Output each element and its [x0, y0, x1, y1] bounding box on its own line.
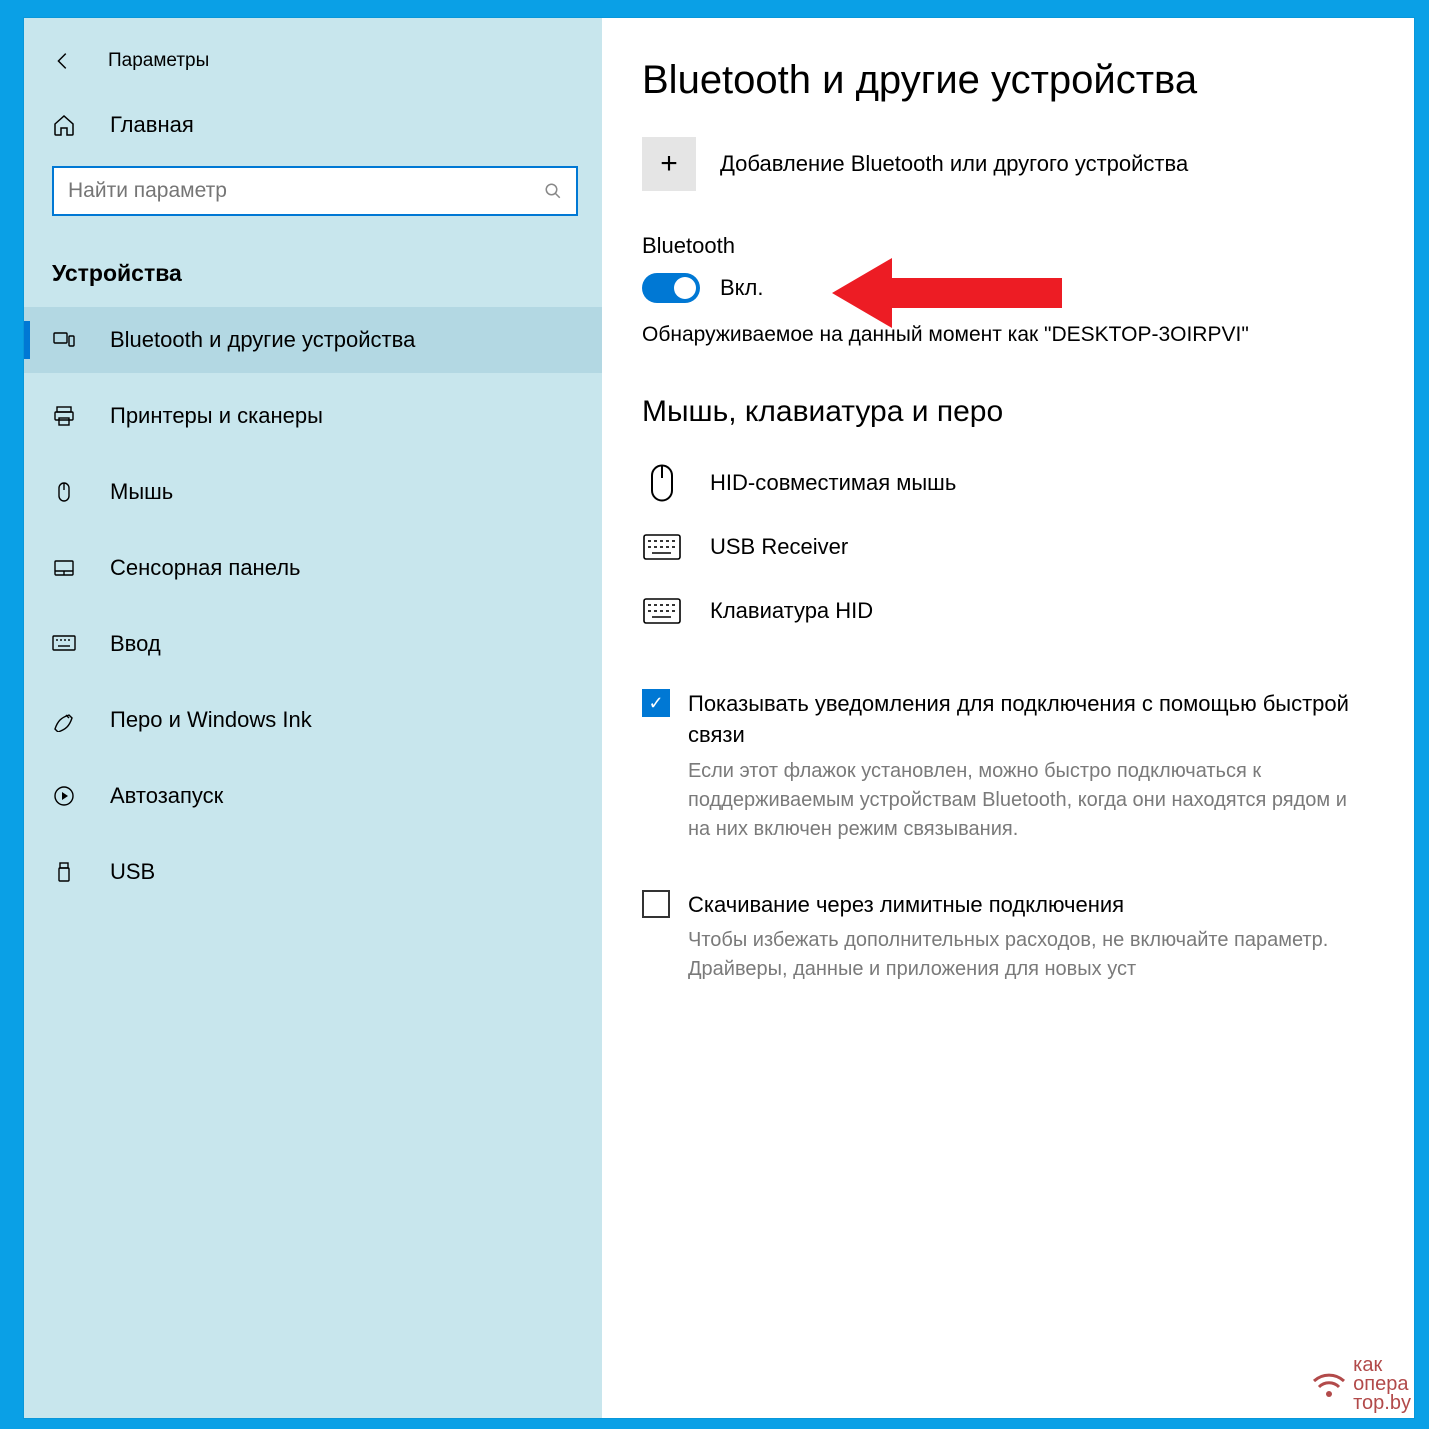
- annotation-arrow: [832, 253, 1062, 333]
- printer-icon: [52, 404, 80, 428]
- settings-window: Параметры Главная Устройства Bluetooth и…: [24, 18, 1414, 1418]
- mouse-device-icon: [642, 463, 682, 503]
- page-title: Bluetooth и другие устройства: [642, 58, 1364, 103]
- swift-pair-desc: Если этот флажок установлен, можно быстр…: [688, 757, 1364, 844]
- sidebar-item-label: Принтеры и сканеры: [110, 403, 323, 429]
- mouse-icon: [52, 480, 80, 504]
- titlebar: Параметры: [24, 38, 602, 94]
- sidebar-item-typing[interactable]: Ввод: [24, 611, 602, 677]
- autoplay-icon: [52, 784, 80, 808]
- sidebar-item-usb[interactable]: USB: [24, 839, 602, 905]
- sidebar-item-label: Мышь: [110, 479, 173, 505]
- metered-label: Скачивание через лимитные подключения: [688, 890, 1124, 921]
- devices-icon: [52, 328, 80, 352]
- sidebar-item-pen[interactable]: Перо и Windows Ink: [24, 687, 602, 753]
- arrow-left-icon: [52, 50, 74, 72]
- plus-icon: +: [642, 137, 696, 191]
- checkbox-unchecked-icon: [642, 890, 670, 918]
- sidebar-item-autoplay[interactable]: Автозапуск: [24, 763, 602, 829]
- sidebar-home[interactable]: Главная: [24, 94, 602, 156]
- device-label: USB Receiver: [710, 534, 848, 560]
- pen-icon: [52, 708, 80, 732]
- main-content: Bluetooth и другие устройства + Добавлен…: [602, 18, 1414, 1418]
- sidebar-item-label: Перо и Windows Ink: [110, 707, 312, 733]
- sidebar-item-label: Сенсорная панель: [110, 555, 301, 581]
- sidebar-item-mouse[interactable]: Мышь: [24, 459, 602, 525]
- device-label: HID-совместимая мышь: [710, 470, 956, 496]
- search-icon: [544, 182, 562, 200]
- search-input[interactable]: [68, 179, 544, 203]
- add-device-button[interactable]: + Добавление Bluetooth или другого устро…: [642, 137, 1364, 191]
- sidebar-item-label: Ввод: [110, 631, 161, 657]
- sidebar-category: Устройства: [24, 226, 602, 307]
- section-mouse-heading: Мышь, клавиатура и перо: [642, 395, 1364, 429]
- sidebar-item-label: Bluetooth и другие устройства: [110, 327, 415, 353]
- keyboard-device-icon: [642, 527, 682, 567]
- sidebar-item-touchpad[interactable]: Сенсорная панель: [24, 535, 602, 601]
- device-row[interactable]: Клавиатура HID: [642, 579, 1364, 643]
- swift-pair-label: Показывать уведомления для подключения с…: [688, 689, 1364, 751]
- sidebar-item-label: Автозапуск: [110, 783, 223, 809]
- checkbox-checked-icon: ✓: [642, 689, 670, 717]
- add-device-label: Добавление Bluetooth или другого устройс…: [720, 151, 1188, 177]
- search-container: [24, 156, 602, 226]
- wifi-icon: [1311, 1367, 1347, 1403]
- sidebar-home-label: Главная: [110, 112, 194, 138]
- swift-pair-checkbox-row[interactable]: ✓ Показывать уведомления для подключения…: [642, 689, 1364, 751]
- device-label: Клавиатура HID: [710, 598, 873, 624]
- back-button[interactable]: [48, 46, 78, 76]
- bluetooth-toggle-row: Вкл.: [642, 273, 1364, 303]
- sidebar: Параметры Главная Устройства Bluetooth и…: [24, 18, 602, 1418]
- metered-checkbox-row[interactable]: Скачивание через лимитные подключения: [642, 890, 1364, 921]
- device-row[interactable]: HID-совместимая мышь: [642, 451, 1364, 515]
- metered-desc: Чтобы избежать дополнительных расходов, …: [688, 926, 1364, 984]
- home-icon: [52, 113, 80, 137]
- keyboard-icon: [52, 635, 80, 653]
- bluetooth-toggle[interactable]: [642, 273, 700, 303]
- touchpad-icon: [52, 556, 80, 580]
- watermark-line3: тор.by: [1353, 1392, 1411, 1414]
- window-title: Параметры: [108, 50, 209, 72]
- device-row[interactable]: USB Receiver: [642, 515, 1364, 579]
- sidebar-item-label: USB: [110, 859, 155, 885]
- watermark: как опера тор.by: [1311, 1356, 1411, 1413]
- bluetooth-state: Вкл.: [720, 275, 764, 301]
- sidebar-item-bluetooth[interactable]: Bluetooth и другие устройства: [24, 307, 602, 373]
- usb-icon: [52, 860, 80, 884]
- keyboard-device-icon: [642, 591, 682, 631]
- sidebar-item-printers[interactable]: Принтеры и сканеры: [24, 383, 602, 449]
- search-box[interactable]: [52, 166, 578, 216]
